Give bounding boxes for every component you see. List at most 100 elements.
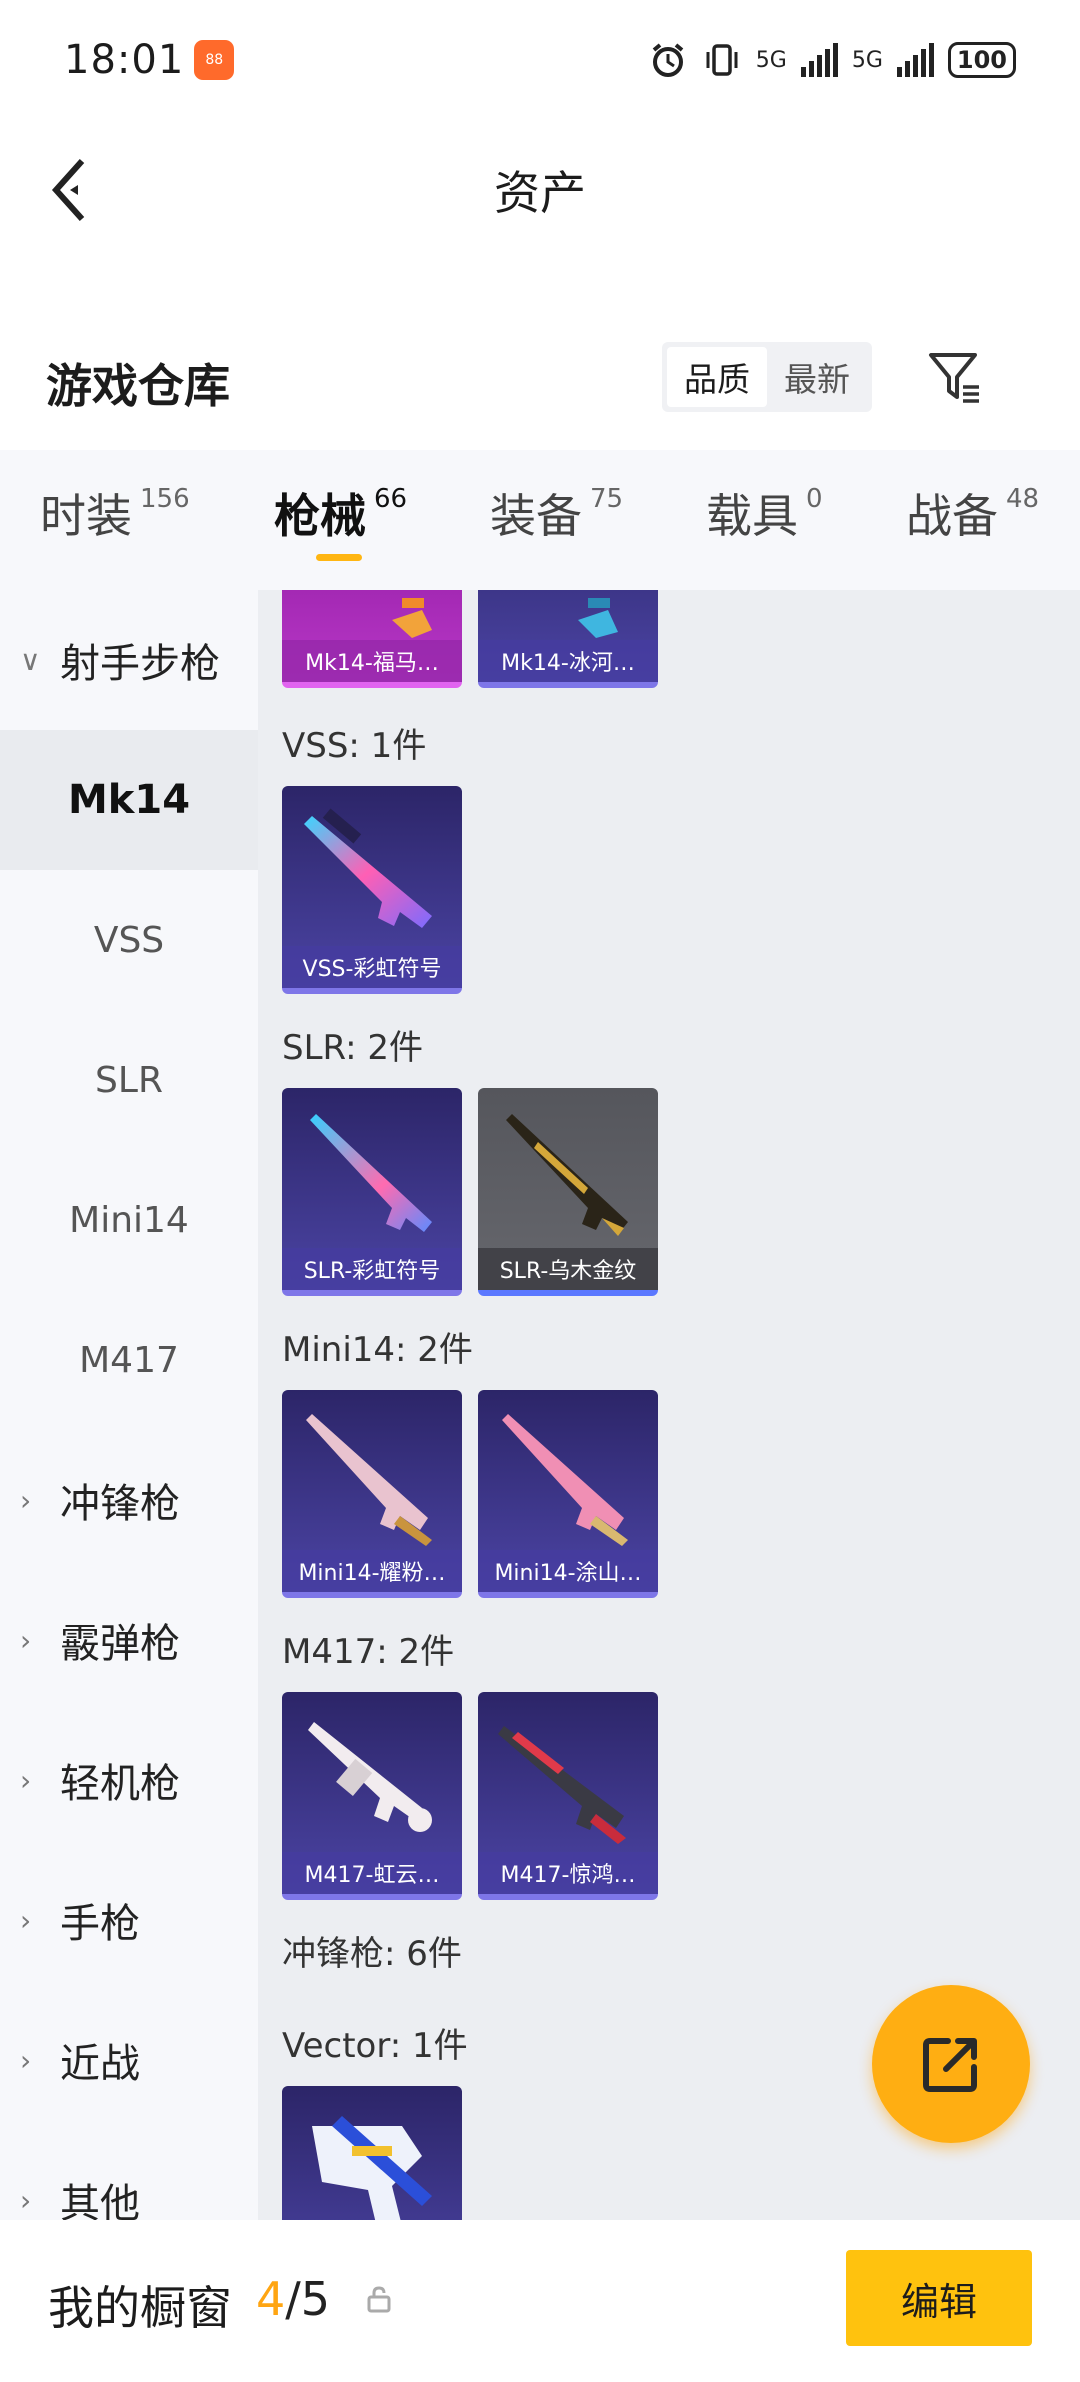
- item-name: Mini14-耀粉…: [282, 1550, 462, 1592]
- vibrate-icon: [706, 44, 738, 76]
- app-notification-icon: 88: [194, 40, 235, 80]
- showcase-label: 我的橱窗: [48, 2281, 232, 2335]
- chevron-right-icon: ›: [20, 1623, 32, 1657]
- sidebar-item-label: SLR: [95, 1059, 163, 1101]
- sidebar-item-mini14[interactable]: Mini14: [0, 1150, 258, 1290]
- tab-supplies[interactable]: 战备 48: [906, 480, 1039, 546]
- item-card[interactable]: SLR-彩虹符号: [282, 1088, 462, 1296]
- sidebar-item-label: 近战: [60, 2041, 140, 2087]
- sidebar-item-m417[interactable]: M417: [0, 1290, 258, 1430]
- item-name: SLR-彩虹符号: [282, 1248, 462, 1290]
- tab-count: 0: [806, 484, 823, 514]
- tab-fashion[interactable]: 时装 156: [40, 480, 190, 546]
- sort-quality-button[interactable]: 品质: [667, 347, 767, 407]
- back-arrow-icon: [51, 158, 85, 222]
- share-fab[interactable]: [872, 1985, 1030, 2143]
- lock-icon: [367, 2286, 391, 2313]
- network-5g-label: 5G: [755, 47, 787, 73]
- chevron-right-icon: ›: [20, 1763, 32, 1797]
- sidebar-item-label: 轻机枪: [60, 1761, 180, 1807]
- back-button[interactable]: [40, 150, 100, 230]
- tab-count: 48: [1006, 484, 1040, 514]
- item-name: VSS-彩虹符号: [282, 946, 462, 988]
- tab-label: 载具: [706, 489, 798, 543]
- header: 资产: [0, 120, 1080, 260]
- page-title: 资产: [494, 166, 586, 220]
- group-label: M417: 2件: [282, 1632, 455, 1672]
- tab-vehicles[interactable]: 载具 0: [706, 480, 823, 546]
- chevron-right-icon: ›: [20, 2043, 32, 2077]
- chevron-right-icon: ›: [20, 1483, 32, 1517]
- tab-count: 66: [374, 484, 408, 514]
- section-title: 游戏仓库: [46, 359, 230, 413]
- sidebar-item-marksman-rifles[interactable]: ∨ 射手步枪: [0, 590, 258, 730]
- item-card[interactable]: Mini14-耀粉…: [282, 1390, 462, 1598]
- item-card[interactable]: M417-虹云…: [282, 1692, 462, 1900]
- sidebar-item-shotgun[interactable]: › 霰弹枪: [0, 1570, 258, 1710]
- showcase-count-current: 4: [256, 2272, 286, 2326]
- sidebar-item-smg[interactable]: › 冲锋枪: [0, 1430, 258, 1570]
- showcase-bar: 我的橱窗 4/5 编辑: [0, 2220, 1080, 2382]
- showcase-count: 4/5: [256, 2272, 330, 2326]
- item-card[interactable]: Mk14-福马…: [282, 590, 462, 688]
- weapon-skin-image: [502, 1414, 628, 1546]
- sidebar-item-label: 手枪: [60, 1901, 140, 1947]
- signal-icon-2: [896, 43, 934, 77]
- signal-icon: [800, 43, 838, 77]
- sidebar-item-label: Mk14: [67, 777, 191, 823]
- weapon-skin-image: [306, 1414, 432, 1546]
- sidebar-item-label: 霰弹枪: [60, 1621, 180, 1667]
- sidebar-item-melee[interactable]: › 近战: [0, 1990, 258, 2130]
- item-name: M417-虹云…: [282, 1852, 462, 1894]
- item-card[interactable]: Mk14-冰河…: [478, 590, 658, 688]
- item-card[interactable]: M417-惊鸿…: [478, 1692, 658, 1900]
- sidebar-item-slr[interactable]: SLR: [0, 1010, 258, 1150]
- sort-newest-button[interactable]: 最新: [767, 347, 867, 407]
- tab-label: 战备: [906, 489, 998, 543]
- sidebar-item-vss[interactable]: VSS: [0, 870, 258, 1010]
- sidebar-item-label: VSS: [93, 919, 165, 961]
- tab-label: 枪械: [274, 489, 366, 543]
- chevron-down-icon: ∨: [20, 643, 41, 677]
- sidebar-item-label: Mini14: [69, 1199, 189, 1241]
- item-card[interactable]: VSS-彩虹符号: [282, 786, 462, 994]
- weapon-skin-image: [312, 2116, 432, 2220]
- item-name: Mini14-涂山…: [478, 1550, 658, 1592]
- weapon-skin-image: [506, 1114, 628, 1236]
- alarm-icon: [652, 43, 684, 77]
- item-name: M417-惊鸿…: [478, 1852, 658, 1894]
- tab-count: 156: [140, 484, 190, 514]
- group-label: SLR: 2件: [282, 1028, 423, 1068]
- sidebar-item-other[interactable]: › 其他: [0, 2130, 258, 2220]
- section-bar: 游戏仓库 品质 最新: [0, 330, 1080, 430]
- sidebar-item-label: M417: [79, 1339, 179, 1381]
- share-icon: [923, 2038, 977, 2092]
- sidebar-item-lmg[interactable]: › 轻机枪: [0, 1710, 258, 1850]
- status-bar: 18:01 88 5G 5G 100: [0, 0, 1080, 120]
- tab-equipment[interactable]: 装备 75: [490, 480, 623, 546]
- item-name: Mk14-冰河…: [478, 640, 658, 682]
- sidebar-item-label: 冲锋枪: [60, 1481, 180, 1527]
- sidebar-item-pistol[interactable]: › 手枪: [0, 1850, 258, 1990]
- tab-guns[interactable]: 枪械 66: [274, 480, 407, 546]
- weapon-skin-image: [308, 1722, 432, 1832]
- filter-button[interactable]: [920, 342, 990, 412]
- edit-button[interactable]: 编辑: [846, 2250, 1032, 2346]
- item-grid: Mk14-福马… Mk14-冰河… VSS: 1件 VSS-彩虹符号 SLR: …: [258, 590, 1080, 2220]
- network-5g-label-2: 5G: [851, 47, 883, 73]
- item-card[interactable]: Mini14-涂山…: [478, 1390, 658, 1598]
- item-card[interactable]: SLR-乌木金纹: [478, 1088, 658, 1296]
- item-card[interactable]: [282, 2086, 462, 2220]
- sidebar-item-mk14[interactable]: Mk14: [0, 730, 258, 870]
- category-tabs: 时装 156 枪械 66 装备 75 载具 0 战备 48: [0, 450, 1080, 590]
- group-label: 冲锋枪: 6件: [282, 1934, 462, 1974]
- chevron-right-icon: ›: [20, 2183, 32, 2217]
- status-time: 18:01: [64, 37, 185, 83]
- sidebar-item-label: 射手步枪: [60, 641, 220, 687]
- active-tab-indicator: [316, 554, 362, 561]
- weapon-skin-image: [304, 808, 432, 928]
- status-icons: 5G 5G 100: [648, 40, 1016, 80]
- showcase-count-total: /5: [285, 2272, 331, 2326]
- sort-toggle: 品质 最新: [662, 342, 872, 412]
- tab-label: 装备: [490, 489, 582, 543]
